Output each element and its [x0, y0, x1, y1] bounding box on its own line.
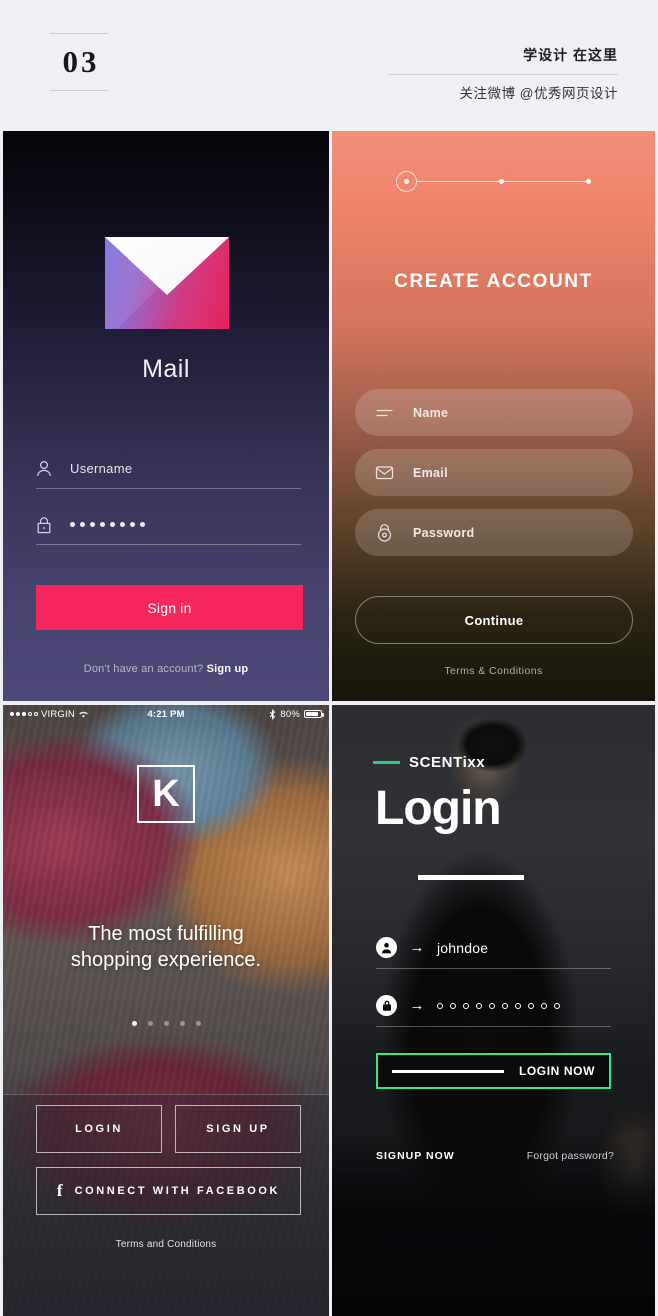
page-dot-5 — [195, 1021, 201, 1026]
name-field-label: Name — [413, 405, 449, 420]
envelope-icon — [105, 237, 229, 329]
screen-mail-login: Mail Username Sign in Don't have an acco… — [3, 131, 329, 701]
brand-name: SCENTixx — [409, 754, 486, 771]
password-field-label: Password — [413, 525, 475, 540]
username-value: Username — [70, 461, 133, 476]
title-underline — [418, 875, 524, 880]
page-dot-2 — [147, 1021, 153, 1026]
carousel-page-dots[interactable] — [3, 1021, 329, 1026]
step-3[interactable] — [586, 179, 591, 184]
page-dot-4 — [179, 1021, 185, 1026]
scentixx-footer: SIGNUP NOW Forgot password? — [376, 1150, 614, 1162]
username-field[interactable]: Username — [36, 449, 301, 489]
wifi-icon — [78, 710, 89, 719]
password-masked-dots — [70, 522, 145, 527]
header-rule-bottom — [50, 90, 108, 91]
create-account-title: CREATE ACCOUNT — [394, 271, 593, 292]
step-connector-2 — [504, 181, 586, 182]
lines-icon — [375, 407, 413, 419]
sign-up-button[interactable]: SIGN UP — [175, 1105, 301, 1153]
connect-facebook-button[interactable]: f CONNECT WITH FACEBOOK — [36, 1167, 301, 1215]
user-circle-icon — [376, 937, 397, 958]
screen-shopping-onboarding: VIRGIN 4:21 PM 80% K The most fulfilling… — [3, 705, 329, 1316]
page-header: 03 学设计 在这里 关注微博 @优秀网页设计 — [0, 0, 658, 131]
ios-status-bar: VIRGIN 4:21 PM 80% — [3, 705, 329, 723]
brand-logo-k: K — [137, 765, 195, 823]
status-left: VIRGIN — [10, 709, 147, 720]
signup-prompt: Don't have an account? Sign up — [3, 663, 329, 675]
battery-icon — [304, 710, 324, 718]
brand-row: SCENTixx — [373, 754, 485, 771]
app-title-mail: Mail — [142, 355, 190, 383]
lock-icon — [375, 523, 413, 542]
page-number: 03 — [62, 44, 100, 79]
screen-scentixx-login: SCENTixx Login → johndoe → LOGIN NOW SIG… — [332, 705, 655, 1316]
password-field[interactable]: → — [376, 985, 611, 1027]
email-field[interactable]: Email — [355, 449, 633, 496]
screens-grid: Mail Username Sign in Don't have an acco… — [0, 131, 658, 1316]
terms-conditions-link[interactable]: Terms and Conditions — [3, 1239, 329, 1250]
header-weibo: 关注微博 @优秀网页设计 — [459, 86, 618, 101]
continue-button[interactable]: Continue — [355, 596, 633, 644]
brand-dash-icon — [373, 761, 400, 764]
header-slogan: 学设计 在这里 — [523, 47, 618, 63]
status-right: 80% — [185, 708, 324, 720]
header-branding: 学设计 在这里 关注微博 @优秀网页设计 — [388, 45, 618, 104]
page-root: 03 学设计 在这里 关注微博 @优秀网页设计 Mail Username Si… — [0, 0, 658, 1316]
step-connector-1 — [417, 181, 499, 182]
username-value: johndoe — [437, 939, 489, 956]
bluetooth-icon — [269, 708, 276, 720]
arrow-right-icon: → — [409, 939, 425, 956]
status-time: 4:21 PM — [147, 708, 185, 720]
password-masked-dots — [437, 1002, 560, 1009]
login-button[interactable]: LOGIN — [36, 1105, 162, 1153]
password-field[interactable] — [36, 505, 301, 545]
user-icon — [36, 460, 70, 477]
username-field[interactable]: → johndoe — [376, 927, 611, 969]
signal-strength-icon — [10, 712, 38, 716]
lock-icon — [36, 516, 70, 534]
password-field[interactable]: Password — [355, 509, 633, 556]
tagline-line-2: shopping experience. — [70, 949, 262, 972]
forgot-password-link[interactable]: Forgot password? — [527, 1150, 614, 1162]
envelope-flap — [105, 237, 229, 295]
tagline-line-1: The most fulfilling — [88, 923, 244, 945]
facebook-f-icon: f — [56, 1181, 63, 1200]
step-1-active[interactable] — [396, 171, 417, 192]
envelope-icon — [375, 465, 413, 480]
sign-in-button[interactable]: Sign in — [36, 585, 303, 630]
login-now-progress-line — [392, 1069, 504, 1073]
sign-up-link[interactable]: Sign up — [207, 663, 249, 675]
screen-create-account: CREATE ACCOUNT Name Email Password Conti… — [332, 131, 655, 701]
header-divider — [388, 74, 618, 75]
page-dot-1 — [131, 1021, 137, 1026]
terms-conditions-link[interactable]: Terms & Conditions — [332, 665, 655, 677]
connect-facebook-label: CONNECT WITH FACEBOOK — [74, 1185, 281, 1197]
arrow-right-icon: → — [409, 997, 425, 1014]
signup-prompt-text: Don't have an account? — [83, 663, 204, 675]
name-field[interactable]: Name — [355, 389, 633, 436]
carrier-label: VIRGIN — [41, 708, 75, 720]
onboarding-actions-panel: LOGIN SIGN UP f CONNECT WITH FACEBOOK Te… — [3, 1094, 329, 1316]
page-dot-3 — [163, 1021, 169, 1026]
email-field-label: Email — [413, 465, 448, 480]
login-now-button[interactable]: LOGIN NOW — [376, 1053, 611, 1089]
battery-percent: 80% — [280, 708, 300, 720]
header-number-block: 03 — [50, 33, 108, 91]
onboarding-tagline: The most fulfilling shopping experience. — [21, 921, 311, 974]
login-title: Login — [375, 782, 502, 835]
lock-circle-icon — [376, 995, 397, 1016]
step-indicator — [332, 171, 655, 192]
signup-now-link[interactable]: SIGNUP NOW — [376, 1150, 455, 1162]
login-now-label: LOGIN NOW — [518, 1064, 595, 1078]
